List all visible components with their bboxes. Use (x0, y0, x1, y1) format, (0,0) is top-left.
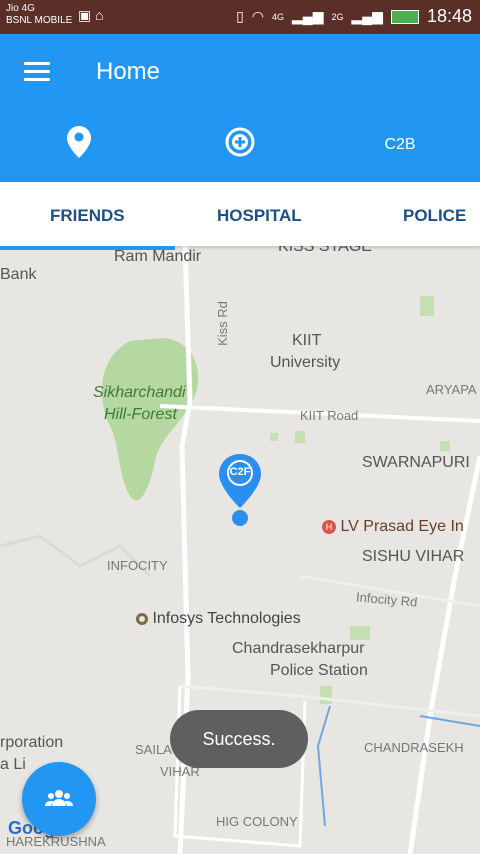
friend-location-marker[interactable]: C2F (216, 452, 264, 530)
medical-plus-icon (225, 127, 255, 157)
notification-icons: ▣ ⌂ (78, 7, 104, 24)
map-label-chandrasekh: CHANDRASEKH (364, 740, 464, 755)
page-title: Home (96, 58, 161, 85)
infosys-text: Infosys Technologies (152, 610, 301, 627)
map-label-kiit-2: University (270, 354, 341, 371)
network-label-2: 2G (331, 11, 344, 22)
map-label-saila-1: SAILA (135, 742, 172, 757)
tab-police[interactable]: POLICE (403, 206, 466, 226)
map-label-corp-1: rporation (0, 734, 64, 751)
map-label-swarnapuri: SWARNAPURI (362, 454, 470, 471)
signal-icon-2: ▂▄▆ (351, 8, 383, 24)
map-label-infosys: Infosys Technologies (136, 610, 301, 628)
location-pin-icon (67, 126, 91, 158)
map-label-infocity: INFOCITY (107, 558, 168, 573)
map-label-lv-prasad: H LV Prasad Eye In (322, 518, 464, 536)
status-bar: Jio 4G BSNL MOBILE ▣ ⌂ ▯ ◠ 4G ▂▄▆ 2G ▂▄▆… (0, 0, 480, 34)
hospital-marker-icon: H (322, 519, 336, 534)
tab-hospital[interactable]: HOSPITAL (217, 206, 302, 226)
poi-marker-icon (136, 612, 148, 625)
menu-icon[interactable] (24, 62, 50, 82)
c2b-tab-button[interactable]: C2B (370, 136, 430, 154)
app-bar: Home C2B (0, 34, 480, 182)
map-label-forest-2: Hill-Forest (104, 406, 177, 423)
tab-bar: FRIENDS HOSPITAL POLICE (0, 182, 480, 246)
toast-message: Success. (170, 710, 308, 768)
map-label-kiit-road: KIIT Road (300, 408, 359, 423)
map-label-ram-mandir: Ram Mandir (114, 248, 202, 265)
network-label-1: 4G (272, 11, 285, 22)
tab-friends[interactable]: FRIENDS (50, 206, 125, 226)
map-label-sishu-vihar: SISHU VIHAR (362, 548, 465, 565)
lv-prasad-text: LV Prasad Eye In (340, 518, 464, 535)
friends-fab-button[interactable] (22, 762, 96, 836)
carrier-info: Jio 4G BSNL MOBILE (6, 3, 72, 27)
image-notification-icon: ▣ (78, 7, 92, 23)
c2f-pin-icon (219, 454, 261, 526)
game-notification-icon: ⌂ (95, 7, 104, 23)
marker-label: C2F (229, 466, 251, 478)
signal-icon-1: ▂▄▆ (292, 8, 324, 24)
hospital-tab-button[interactable] (210, 126, 270, 163)
location-tab-button[interactable] (49, 126, 109, 163)
map-label-hig-colony: HIG COLONY (216, 814, 298, 829)
carrier-line-2: BSNL MOBILE (6, 15, 73, 26)
status-right: ▯ ◠ 4G ▂▄▆ 2G ▂▄▆ 18:48 (236, 6, 472, 27)
map-label-corp-2: a Li (0, 756, 26, 773)
map-label-aryapalli: ARYAPA (426, 382, 477, 397)
group-icon (45, 790, 73, 806)
map-label-kiss-stage: KISS STAGE (278, 246, 372, 255)
map-label-police-2: Police Station (270, 662, 368, 679)
carrier-line-1: Jio 4G (6, 3, 35, 14)
map-label-bank: Bank (0, 266, 37, 283)
map-label-kiss-rd: Kiss Rd (214, 301, 230, 346)
active-tab-indicator (0, 246, 175, 250)
battery-icon (390, 9, 419, 24)
map-label-kiit-1: KIIT (292, 332, 322, 349)
map-label-forest-1: Sikharchandi (93, 384, 186, 401)
map-label-police-1: Chandrasekharpur (232, 640, 365, 657)
wifi-icon: ◠ (251, 8, 265, 24)
vibrate-icon: ▯ (236, 8, 244, 24)
clock: 18:48 (426, 6, 472, 26)
